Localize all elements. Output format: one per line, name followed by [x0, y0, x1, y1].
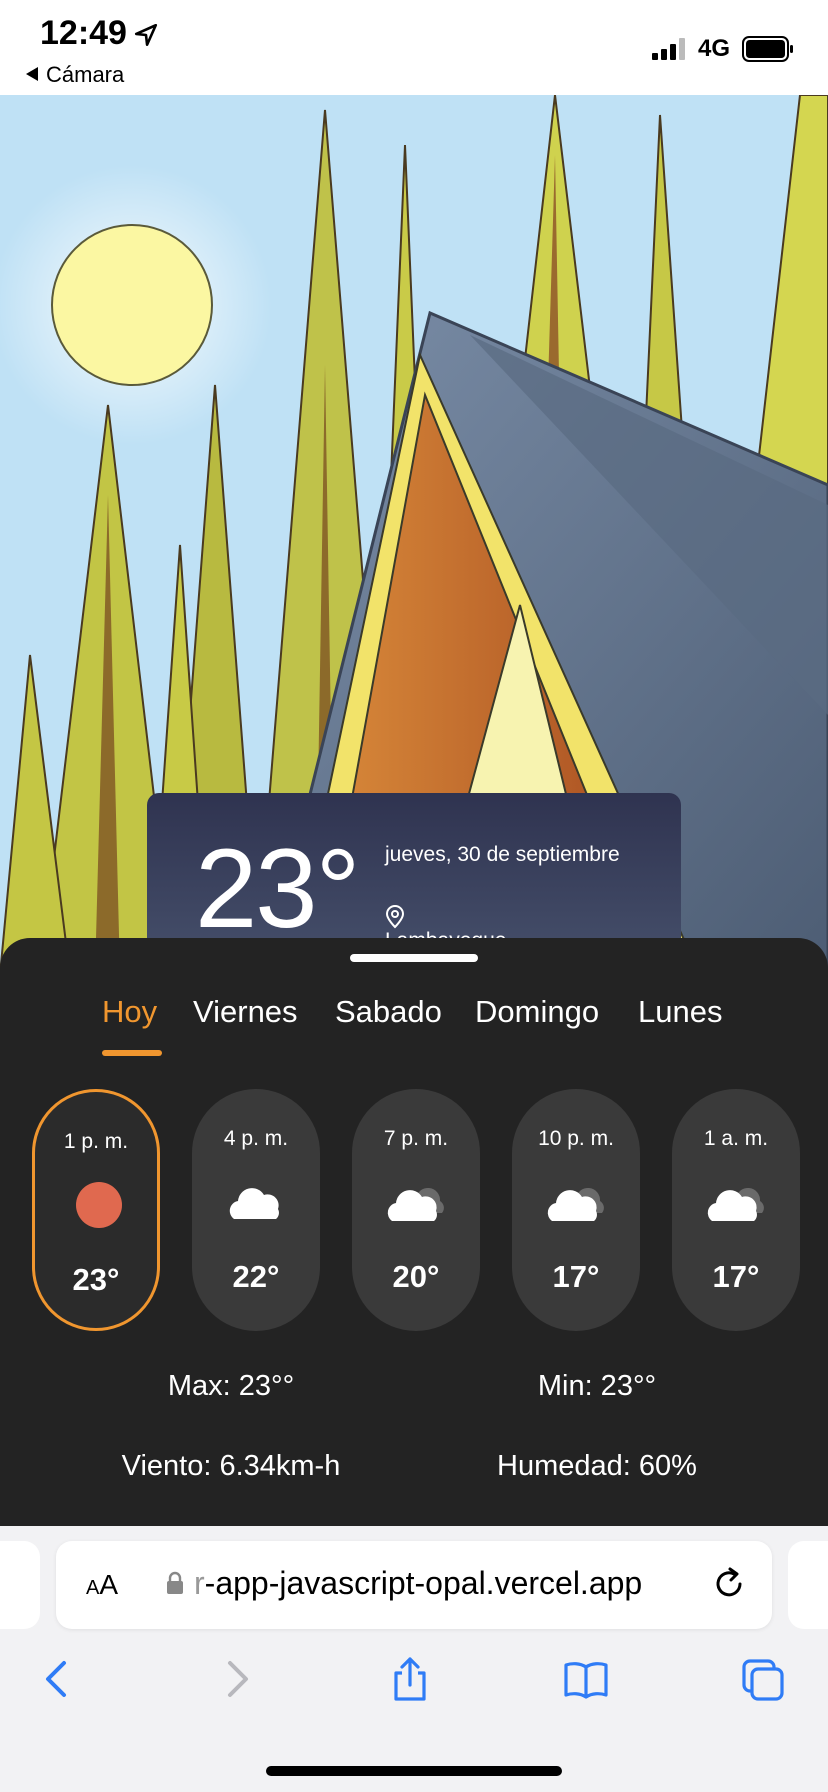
- hour-label: 1 p. m.: [63, 1130, 129, 1153]
- status-time: 12:49: [40, 14, 127, 52]
- hourly-item[interactable]: 4 p. m. 22°: [192, 1089, 320, 1331]
- hourly-item[interactable]: 1 p. m. 23°: [32, 1089, 160, 1331]
- tab-domingo[interactable]: Domingo: [475, 994, 599, 1030]
- sun-icon: [76, 1182, 122, 1228]
- hour-label: 1 a. m.: [703, 1127, 769, 1150]
- url-text[interactable]: r-app-javascript-opal.vercel.app: [194, 1565, 642, 1602]
- tabs-icon[interactable]: [738, 1655, 786, 1703]
- home-indicator[interactable]: [266, 1766, 562, 1776]
- partly-cloudy-icon: [387, 1187, 444, 1221]
- next-tab-preview[interactable]: [788, 1541, 828, 1629]
- hour-temp: 23°: [72, 1262, 120, 1297]
- share-icon[interactable]: [386, 1655, 434, 1703]
- previous-tab-preview[interactable]: [0, 1541, 40, 1629]
- battery-icon: [742, 36, 793, 62]
- hour-label: 10 p. m.: [538, 1127, 614, 1150]
- hourly-item[interactable]: 10 p. m. 17°: [512, 1089, 640, 1331]
- min-temp: Min: 23°°: [537, 1370, 657, 1402]
- hour-label: 7 p. m.: [383, 1127, 449, 1150]
- lock-icon: [167, 1571, 183, 1594]
- status-bar: 12:49 Cámara 4G: [0, 0, 828, 95]
- active-tab-indicator: [102, 1050, 162, 1056]
- back-icon[interactable]: [34, 1655, 82, 1703]
- hourly-item[interactable]: 7 p. m. 20°: [352, 1089, 480, 1331]
- network-type: 4G: [698, 35, 731, 62]
- humidity: Humedad: 60%: [497, 1450, 697, 1482]
- weather-illustration: 23° jueves, 30 de septiembre Lambayeque: [0, 95, 828, 975]
- text-size-button[interactable]: AA: [86, 1569, 118, 1601]
- url-faded-prefix: r: [194, 1565, 205, 1601]
- tab-sabado[interactable]: Sabado: [335, 994, 442, 1030]
- wind-speed: Viento: 6.34km-h: [121, 1450, 341, 1482]
- hour-temp: 20°: [392, 1259, 440, 1294]
- location-pin-icon: [385, 905, 405, 929]
- forecast-sheet: Hoy Viernes Sabado Domingo Lunes 1 p. m.…: [0, 938, 828, 1526]
- back-triangle-icon: [26, 67, 38, 81]
- forward-icon[interactable]: [212, 1655, 260, 1703]
- location-arrow-icon: [134, 23, 158, 47]
- bookmarks-icon[interactable]: [562, 1655, 610, 1703]
- tab-lunes[interactable]: Lunes: [638, 994, 722, 1030]
- current-temperature: 23°: [195, 826, 360, 951]
- hourly-item[interactable]: 1 a. m. 17°: [672, 1089, 800, 1331]
- max-temp: Max: 23°°: [167, 1370, 295, 1402]
- tab-viernes[interactable]: Viernes: [193, 994, 298, 1030]
- url-main: -app-javascript-opal.vercel.app: [204, 1565, 643, 1601]
- hour-temp: 17°: [552, 1259, 600, 1294]
- partly-cloudy-icon: [707, 1187, 764, 1221]
- hour-temp: 17°: [712, 1259, 760, 1294]
- cloud-icon: [229, 1188, 279, 1219]
- address-bar[interactable]: AA r-app-javascript-opal.vercel.app: [56, 1541, 772, 1629]
- hour-label: 4 p. m.: [223, 1127, 289, 1150]
- sheet-drag-handle[interactable]: [350, 954, 478, 962]
- cellular-signal-icon: [652, 38, 685, 60]
- reload-icon[interactable]: [710, 1565, 748, 1603]
- partly-cloudy-icon: [547, 1187, 604, 1221]
- tab-hoy[interactable]: Hoy: [102, 994, 157, 1030]
- current-date: jueves, 30 de septiembre: [385, 843, 620, 866]
- hour-temp: 22°: [232, 1259, 280, 1294]
- back-to-app-link[interactable]: Cámara: [26, 62, 124, 88]
- back-app-label: Cámara: [46, 62, 125, 87]
